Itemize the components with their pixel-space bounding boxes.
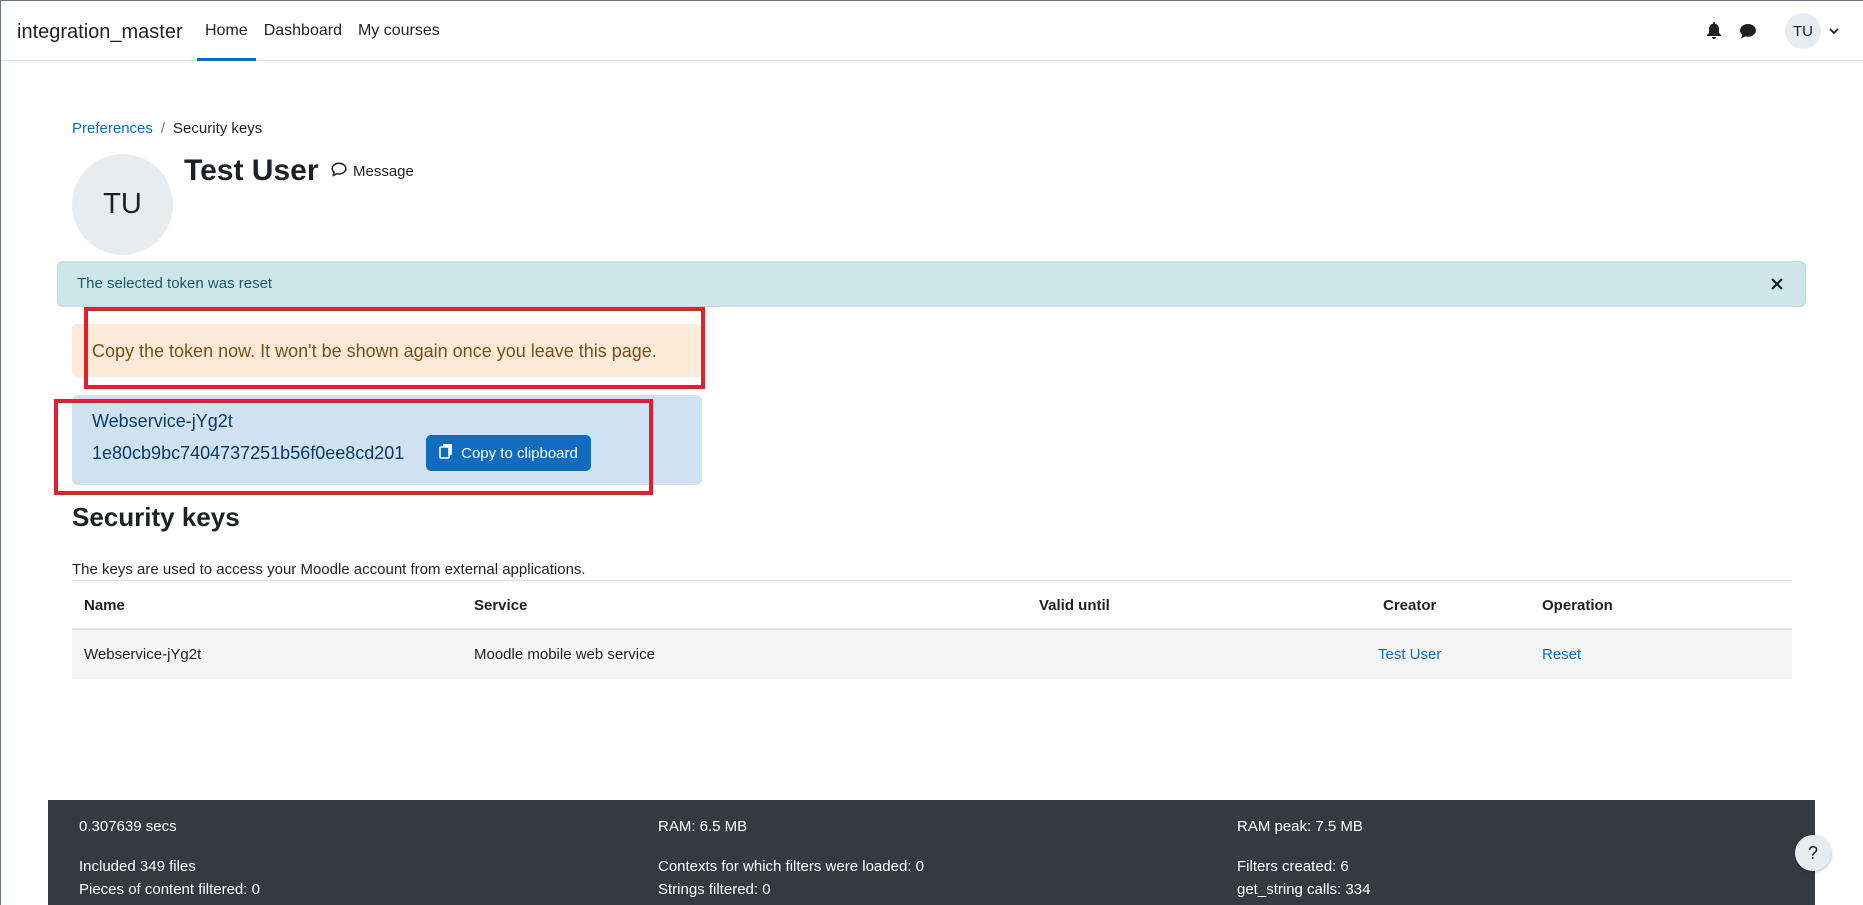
breadcrumb-separator: /: [160, 120, 166, 137]
footer-strings-filtered: Strings filtered: 0: [658, 881, 771, 898]
reset-link[interactable]: Reset: [1542, 646, 1581, 663]
column-header-name: Name: [84, 597, 125, 614]
page-title: Test User: [184, 154, 319, 187]
bell-icon[interactable]: [1703, 20, 1725, 42]
chat-bubble-icon[interactable]: [1737, 20, 1759, 42]
performance-footer: 0.307639 secs Included 349 files Pieces …: [48, 800, 1815, 905]
token-reset-alert: The selected token was reset: [57, 261, 1806, 307]
column-header-valid-until: Valid until: [1039, 597, 1110, 614]
footer-ram: RAM: 6.5 MB: [658, 818, 748, 835]
breadcrumb: Preferences / Security keys: [72, 120, 262, 137]
highlight-box-token: [54, 399, 653, 495]
chevron-down-icon[interactable]: [1829, 22, 1839, 40]
row-creator-link[interactable]: Test User: [1378, 646, 1441, 663]
column-header-operation: Operation: [1542, 597, 1613, 614]
section-heading: Security keys: [72, 502, 240, 532]
site-brand[interactable]: integration_master: [17, 21, 183, 44]
section-description: The keys are used to access your Moodle …: [72, 561, 586, 578]
footer-ram-peak: RAM peak: 7.5 MB: [1237, 818, 1363, 835]
column-header-service: Service: [474, 597, 528, 614]
footer-contexts: Contexts for which filters were loaded: …: [658, 858, 924, 875]
footer-time: 0.307639 secs: [79, 818, 177, 835]
column-header-creator: Creator: [1383, 597, 1437, 614]
user-menu[interactable]: TU: [1785, 13, 1839, 49]
avatar[interactable]: TU: [1785, 13, 1821, 49]
close-icon[interactable]: [1767, 274, 1787, 294]
footer-content-filtered: Pieces of content filtered: 0: [79, 881, 260, 898]
security-keys-table: Name Service Valid until Creator Operati…: [72, 580, 1792, 679]
help-button[interactable]: ?: [1795, 835, 1831, 871]
row-service: Moodle mobile web service: [474, 646, 655, 663]
speech-bubble-icon: [331, 162, 347, 181]
footer-included-files: Included 349 files: [79, 858, 196, 875]
row-name: Webservice-jYg2t: [84, 646, 202, 663]
nav-my-courses[interactable]: My courses: [350, 1, 448, 61]
table-row: Webservice-jYg2t Moodle mobile web servi…: [72, 630, 1792, 679]
footer-filters-created: Filters created: 6: [1237, 858, 1349, 875]
highlight-box-warning: [84, 307, 705, 389]
nav-home[interactable]: Home: [197, 1, 256, 61]
navbar-actions: TU: [1703, 1, 1839, 61]
primary-navigation: Home Dashboard My courses: [197, 1, 448, 61]
footer-get-string-calls: get_string calls: 334: [1237, 881, 1371, 898]
table-header: Name Service Valid until Creator Operati…: [72, 581, 1792, 630]
message-button[interactable]: Message: [331, 162, 414, 181]
breadcrumb-current: Security keys: [173, 120, 263, 137]
alert-message: The selected token was reset: [77, 275, 273, 292]
top-navbar: integration_master Home Dashboard My cou…: [1, 1, 1863, 61]
profile-avatar: TU: [72, 154, 173, 255]
breadcrumb-preferences[interactable]: Preferences: [72, 120, 153, 137]
message-label: Message: [353, 163, 414, 180]
nav-dashboard[interactable]: Dashboard: [256, 1, 350, 61]
